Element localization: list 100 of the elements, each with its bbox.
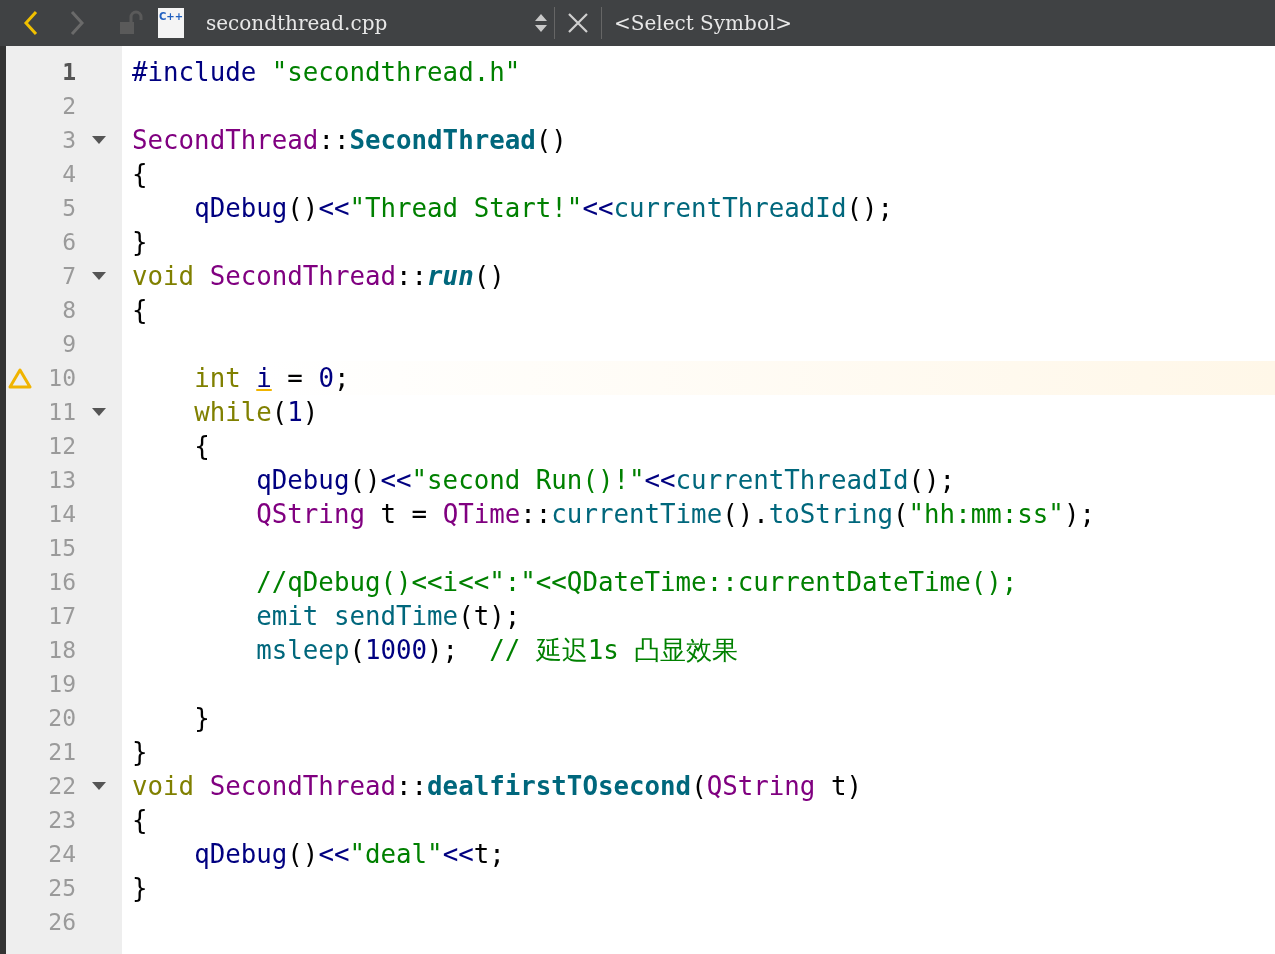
class-name: QString bbox=[706, 771, 816, 801]
macro-name: qDebug bbox=[194, 193, 288, 223]
line-number: 8 bbox=[61, 297, 76, 323]
code-text: :: bbox=[520, 499, 552, 529]
symbol-selector[interactable]: <Select Symbol> bbox=[608, 11, 799, 35]
code-text: t = bbox=[380, 499, 428, 529]
number-literal: 1000 bbox=[364, 634, 428, 665]
code-text: ( bbox=[271, 397, 288, 427]
code-text: ) bbox=[302, 397, 319, 427]
fold-arrow-icon[interactable] bbox=[92, 272, 106, 280]
line-number: 4 bbox=[61, 161, 76, 187]
function-name: currentThreadId bbox=[613, 193, 847, 223]
function-name: SecondThread bbox=[349, 125, 536, 155]
code-text: } bbox=[194, 703, 210, 733]
code-text: { bbox=[132, 159, 148, 189]
file-selector[interactable]: secondthread.cpp bbox=[206, 11, 526, 35]
keyword: void bbox=[132, 261, 195, 291]
line-number: 15 bbox=[47, 535, 76, 561]
variable-name: i bbox=[256, 363, 272, 393]
code-text: () bbox=[287, 193, 319, 223]
function-name: dealfirstTOsecond bbox=[427, 771, 692, 801]
preprocessor-text: #include bbox=[132, 57, 257, 87]
line-number: 24 bbox=[47, 841, 76, 867]
class-name: QString bbox=[256, 499, 365, 529]
code-text: ( bbox=[349, 634, 365, 665]
code-text: } bbox=[132, 873, 148, 903]
keyword: while bbox=[194, 397, 272, 427]
code-text: (); bbox=[908, 465, 956, 495]
chevron-left-icon bbox=[22, 10, 40, 36]
code-text: ); bbox=[427, 634, 459, 665]
operator-text: << bbox=[644, 465, 676, 495]
macro-name: qDebug bbox=[256, 465, 350, 495]
code-text: :: bbox=[396, 261, 428, 291]
macro-name: qDebug bbox=[194, 839, 288, 869]
class-name: SecondThread bbox=[209, 771, 397, 801]
line-number: 18 bbox=[47, 637, 76, 663]
class-name: SecondThread bbox=[209, 261, 397, 291]
code-comment: //qDebug()<<i<<":"<<QDateTime::currentDateTime(); bbox=[256, 567, 1018, 597]
keyword: int bbox=[194, 363, 241, 393]
string-literal: "second Run()!" bbox=[411, 465, 645, 495]
code-text: { bbox=[194, 431, 210, 461]
chevron-right-icon bbox=[68, 10, 86, 36]
line-number: 2 bbox=[61, 93, 76, 119]
operator-text: << bbox=[380, 465, 412, 495]
code-text: t) bbox=[830, 771, 862, 801]
line-number: 5 bbox=[61, 195, 76, 221]
code-text: :: bbox=[318, 125, 350, 155]
code-comment: // 延迟1s 凸显效果 bbox=[489, 634, 739, 665]
function-name: currentTime bbox=[551, 499, 723, 529]
class-name: SecondThread bbox=[132, 125, 319, 155]
code-text: () bbox=[349, 465, 381, 495]
line-number: 13 bbox=[47, 467, 76, 493]
number-literal: 1 bbox=[287, 397, 303, 427]
up-down-arrows-icon[interactable] bbox=[534, 12, 548, 34]
operator-text: << bbox=[442, 839, 474, 869]
line-number: 14 bbox=[47, 501, 76, 527]
code-text: () bbox=[287, 839, 319, 869]
code-text: t; bbox=[473, 839, 505, 869]
cpp-file-icon: C++ bbox=[158, 8, 184, 38]
string-literal: "deal" bbox=[349, 839, 443, 869]
line-number: 3 bbox=[61, 127, 76, 153]
fold-arrow-icon[interactable] bbox=[92, 136, 106, 144]
number-literal: 0 bbox=[318, 363, 334, 393]
code-text: ( bbox=[691, 771, 707, 801]
line-number: 26 bbox=[47, 909, 76, 935]
function-name: currentThreadId bbox=[675, 465, 909, 495]
line-number: 9 bbox=[61, 331, 76, 357]
line-number: 12 bbox=[47, 433, 76, 459]
line-number: 23 bbox=[47, 807, 76, 833]
operator-text: << bbox=[318, 839, 350, 869]
code-text: { bbox=[132, 295, 148, 325]
function-name: sendTime bbox=[333, 601, 459, 631]
close-icon[interactable] bbox=[567, 12, 589, 34]
function-name: msleep bbox=[256, 634, 350, 665]
code-text: () bbox=[535, 125, 567, 155]
code-text: (); bbox=[846, 193, 894, 223]
line-number: 17 bbox=[47, 603, 76, 629]
code-text: ; bbox=[333, 363, 350, 393]
line-number: 21 bbox=[47, 739, 76, 765]
operator-text: << bbox=[582, 193, 614, 223]
code-text: = bbox=[287, 363, 303, 393]
fold-arrow-icon[interactable] bbox=[92, 782, 106, 790]
string-literal: "secondthread.h" bbox=[271, 57, 521, 87]
line-number: 1 bbox=[61, 59, 76, 85]
operator-text: << bbox=[318, 193, 350, 223]
line-number: 6 bbox=[61, 229, 76, 255]
code-text: :: bbox=[396, 771, 428, 801]
line-number: 10 bbox=[47, 365, 76, 391]
class-name: QTime bbox=[442, 499, 521, 529]
code-text: } bbox=[132, 227, 148, 257]
code-text: } bbox=[132, 737, 148, 767]
line-number: 16 bbox=[47, 569, 76, 595]
string-literal: "Thread Start!" bbox=[349, 193, 583, 223]
fold-arrow-icon[interactable] bbox=[92, 408, 106, 416]
code-text: (t); bbox=[458, 601, 521, 631]
line-number: 20 bbox=[47, 705, 76, 731]
line-number: 22 bbox=[47, 773, 76, 799]
line-number: 19 bbox=[47, 671, 76, 697]
code-text: ( bbox=[893, 499, 909, 529]
line-number: 11 bbox=[47, 399, 76, 425]
